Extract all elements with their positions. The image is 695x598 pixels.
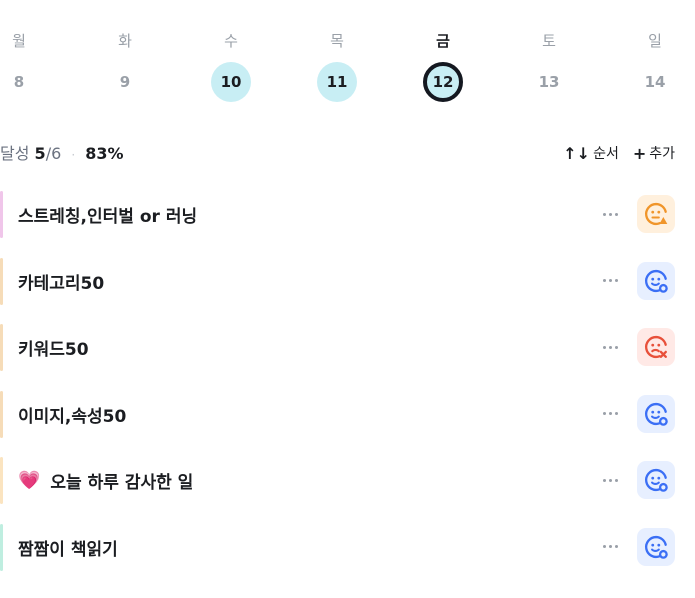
day-of-week-label: 금 bbox=[436, 32, 450, 50]
add-button-label: 추가 bbox=[649, 146, 675, 162]
habit-title: 오늘 하루 감사한 일 bbox=[50, 473, 194, 493]
habit-row[interactable]: 이미지,속성50 bbox=[0, 382, 695, 449]
summary-total-count: /6 bbox=[45, 144, 62, 163]
order-button[interactable]: ↑↓ 순서 bbox=[563, 142, 619, 166]
habit-color-bar bbox=[0, 191, 3, 238]
day-of-week-label: 일 bbox=[648, 32, 662, 50]
sort-icon: ↑↓ bbox=[563, 144, 591, 163]
date-circle[interactable]: 9 bbox=[105, 62, 145, 102]
habit-title-group: 키워드50 bbox=[18, 335, 89, 360]
habit-color-bar bbox=[0, 457, 3, 504]
more-options-icon[interactable] bbox=[596, 267, 624, 295]
habit-title-group: 스트레칭,인터벌 or 러닝 bbox=[18, 202, 197, 227]
habit-row[interactable]: 키워드50 bbox=[0, 315, 695, 382]
order-button-label: 순서 bbox=[593, 146, 619, 162]
habit-status-failed-icon[interactable] bbox=[637, 328, 675, 366]
summary-done-count: 5 bbox=[34, 144, 46, 163]
heart-icon: 💗 bbox=[18, 470, 41, 491]
summary-percent: 83% bbox=[85, 144, 124, 163]
date-circle[interactable]: 12 bbox=[423, 62, 463, 102]
more-options-icon[interactable] bbox=[596, 466, 624, 494]
habit-status-warning-icon[interactable] bbox=[637, 195, 675, 233]
habit-title-group: 짬짬이 책읽기 bbox=[18, 535, 118, 560]
date-circle[interactable]: 14 bbox=[635, 62, 675, 102]
habit-row[interactable]: 스트레칭,인터벌 or 러닝 bbox=[0, 182, 695, 249]
day-of-week-label: 수 bbox=[224, 32, 238, 50]
habit-title: 카테고리50 bbox=[18, 273, 105, 294]
habit-status-done-icon[interactable] bbox=[637, 527, 675, 566]
habit-color-bar bbox=[0, 390, 3, 438]
date-circle[interactable]: 10 bbox=[211, 62, 251, 102]
plus-icon: + bbox=[632, 144, 647, 163]
habit-row[interactable]: 짬짬이 책읽기 bbox=[0, 515, 695, 582]
summary-separator: · bbox=[71, 148, 76, 162]
more-options-icon[interactable] bbox=[596, 533, 624, 561]
habit-title: 이미지,속성50 bbox=[18, 406, 127, 427]
habit-color-bar bbox=[0, 523, 3, 571]
day-of-week-label: 토 bbox=[542, 32, 556, 50]
habit-title-group: 이미지,속성50 bbox=[18, 402, 126, 427]
more-options-icon[interactable] bbox=[596, 400, 624, 428]
habit-list: 스트레칭,인터벌 or 러닝카테고리50 키워드50 이미지,속성50 💗 오늘 하루 … bbox=[0, 182, 695, 581]
habit-color-bar bbox=[0, 257, 3, 305]
day-of-week-label: 월 bbox=[12, 32, 26, 50]
more-options-icon[interactable] bbox=[596, 333, 624, 361]
summary-label: 달성 bbox=[0, 144, 30, 163]
list-actions: ↑↓ 순서 + 추가 bbox=[563, 142, 675, 166]
more-options-icon[interactable] bbox=[596, 200, 624, 228]
date-circle[interactable]: 13 bbox=[529, 62, 569, 102]
day-of-week-label: 목 bbox=[330, 32, 344, 50]
habit-status-done-icon[interactable] bbox=[637, 261, 675, 300]
date-circle[interactable]: 11 bbox=[317, 62, 357, 102]
date-circle[interactable]: 8 bbox=[0, 62, 39, 102]
habit-row[interactable]: 💗 오늘 하루 감사한 일 bbox=[0, 448, 695, 515]
habit-status-done-icon[interactable] bbox=[637, 394, 675, 433]
week-strip: 월 8 화 9 수 10 목 11 금 12 토 13 일 14 bbox=[0, 0, 695, 120]
habit-title: 짬짬이 책읽기 bbox=[18, 539, 118, 560]
add-button[interactable]: + 추가 bbox=[633, 142, 675, 166]
achievement-summary: 달성 5/6 · 83% bbox=[0, 142, 124, 166]
habit-title-group: 카테고리50 bbox=[18, 269, 104, 294]
day-of-week-label: 화 bbox=[118, 32, 132, 50]
habit-title: 키워드50 bbox=[18, 340, 89, 360]
habit-status-done-icon[interactable] bbox=[637, 461, 675, 499]
habit-row[interactable]: 카테고리50 bbox=[0, 249, 695, 316]
habit-color-bar bbox=[0, 324, 3, 371]
habit-title-group: 💗 오늘 하루 감사한 일 bbox=[18, 468, 193, 493]
habit-title: 스트레칭,인터벌 or 러닝 bbox=[18, 207, 198, 227]
